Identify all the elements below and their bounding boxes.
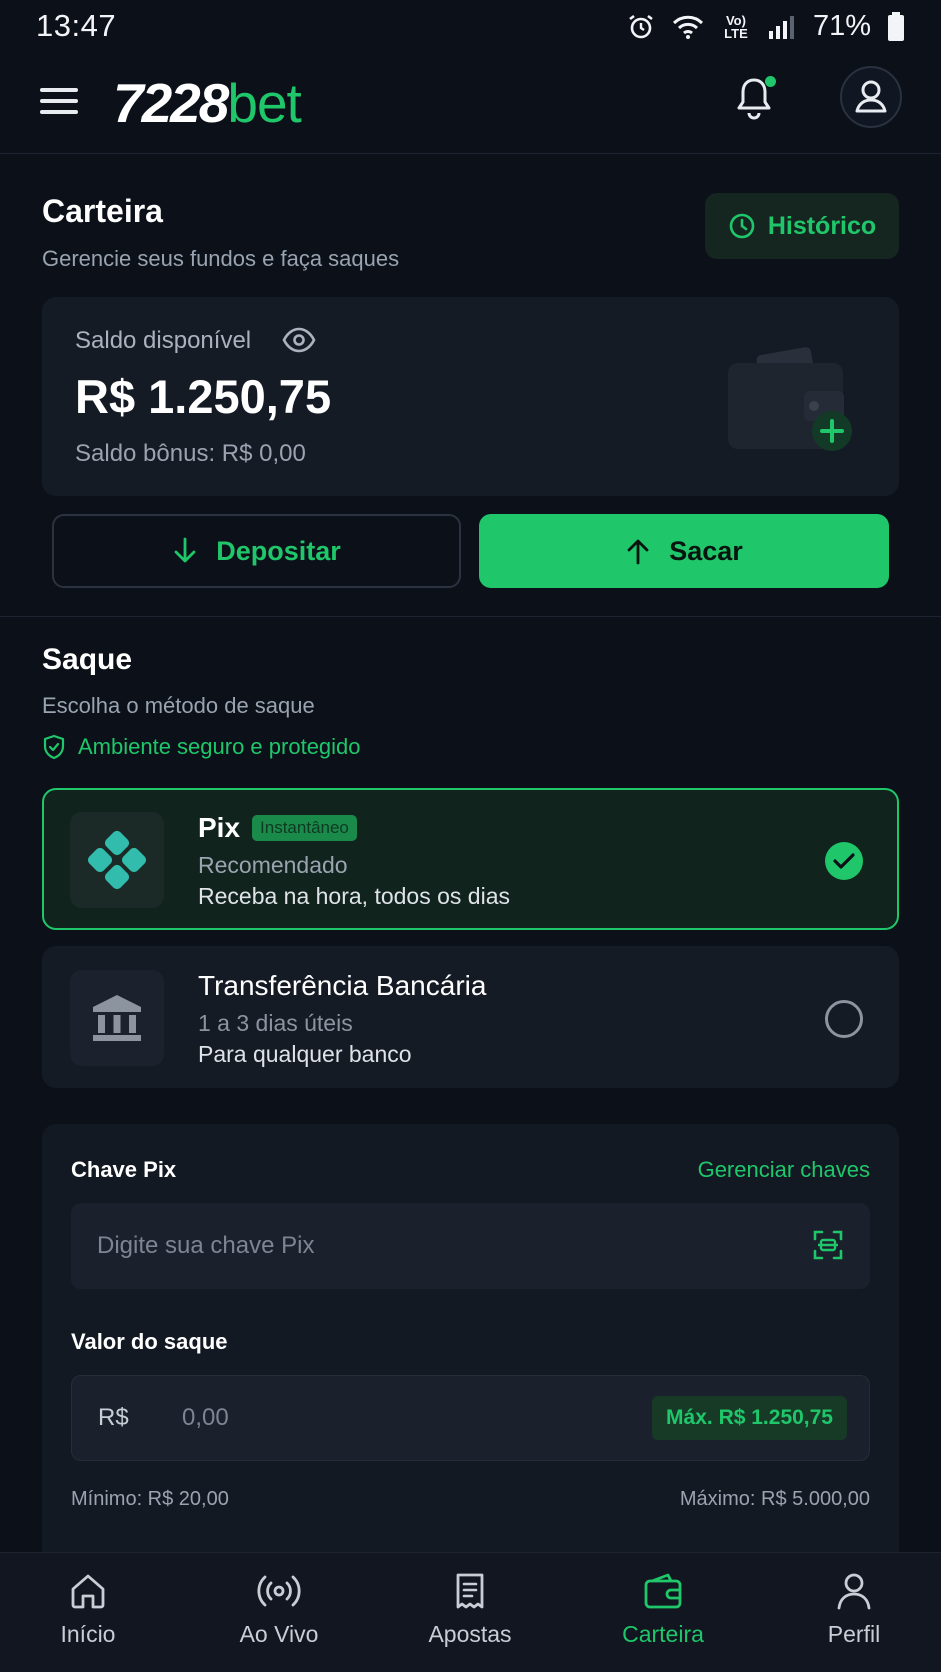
network-label: Vo) LTE	[724, 12, 748, 41]
withdraw-button[interactable]: Sacar	[479, 514, 889, 588]
nav-item-home[interactable]: Início	[13, 1571, 163, 1648]
withdraw-form: Chave Pix Gerenciar chaves Valor do saqu…	[42, 1124, 899, 1564]
menu-icon[interactable]	[40, 84, 78, 118]
eye-icon[interactable]	[282, 327, 316, 353]
arrow-up-icon	[627, 539, 649, 565]
method-description: Receba na hora, todos os dias	[198, 883, 510, 909]
qr-scan-icon[interactable]	[812, 1229, 844, 1261]
minimum-amount: Mínimo: R$ 20,00	[71, 1488, 229, 1510]
status-icons: Vo) LTE 71%	[627, 10, 905, 43]
wifi-icon	[672, 15, 704, 39]
method-name: Transferência Bancária	[198, 970, 487, 1001]
arrow-down-icon	[174, 537, 196, 563]
max-amount-button[interactable]: Máx. R$ 1.250,75	[652, 1396, 847, 1440]
bank-icon	[70, 970, 164, 1066]
page-subtitle: Gerencie seus fundos e faça saques	[42, 246, 400, 271]
live-icon	[257, 1575, 301, 1607]
radio-checked-icon[interactable]	[825, 842, 863, 880]
method-timeframe: 1 a 3 dias úteis	[198, 1010, 353, 1036]
section-title: Saque	[42, 643, 133, 676]
nav-item-wallet[interactable]: Carteira	[588, 1571, 738, 1648]
history-label: Histórico	[767, 211, 877, 240]
nav-item-profile[interactable]: Perfil	[779, 1571, 929, 1648]
manage-keys-link[interactable]: Gerenciar chaves	[698, 1157, 870, 1183]
status-bar: 13:47 Vo) LTE 71%	[0, 0, 941, 54]
logo[interactable]: 7228bet	[113, 68, 302, 138]
pix-icon	[70, 812, 164, 908]
wallet-icon	[644, 1573, 682, 1609]
method-description: Para qualquer banco	[198, 1041, 412, 1067]
section-subtitle: Escolha o método de saque	[42, 693, 315, 718]
profile-icon	[837, 1573, 871, 1610]
shield-check-icon	[43, 734, 65, 760]
balance-value: R$ 1.250,75	[75, 370, 332, 423]
battery-icon	[888, 11, 904, 41]
battery-percent: 71%	[812, 10, 871, 42]
amount-field: R$ Máx. R$ 1.250,75	[71, 1375, 870, 1461]
currency-symbol: R$	[98, 1404, 129, 1431]
home-icon	[71, 1574, 105, 1609]
status-time: 13:47	[36, 8, 117, 43]
secure-text: Ambiente seguro e protegido	[78, 734, 361, 759]
maximum-amount: Máximo: R$ 5.000,00	[679, 1488, 870, 1510]
bonus-balance: Saldo bônus: R$ 0,00	[75, 440, 306, 467]
pix-key-input[interactable]	[97, 1203, 777, 1289]
divider	[0, 616, 941, 617]
user-icon[interactable]	[840, 66, 902, 128]
deposit-button[interactable]: Depositar	[52, 514, 461, 588]
withdraw-label: Sacar	[669, 535, 743, 566]
signal-icon	[768, 15, 794, 39]
notification-dot	[765, 76, 776, 87]
secure-notice: Ambiente seguro e protegido	[42, 734, 361, 760]
bottom-nav: Início Ao Vivo Apostas Carteira Perfil	[0, 1552, 941, 1672]
app-header: 7228bet	[0, 60, 941, 154]
method-pix[interactable]: Pix Instantâneo Recomendado Receba na ho…	[42, 788, 899, 930]
wallet-illustration-icon	[728, 347, 852, 451]
amount-label: Valor do saque	[71, 1329, 228, 1354]
balance-card: Saldo disponível R$ 1.250,75 Saldo bônus…	[42, 297, 899, 496]
method-recommendation: Recomendado	[198, 852, 348, 878]
method-name: Pix Instantâneo	[198, 812, 357, 844]
method-bank-transfer[interactable]: Transferência Bancária 1 a 3 dias úteis …	[42, 946, 899, 1088]
pix-key-field	[71, 1203, 870, 1289]
page-title: Carteira	[42, 193, 163, 229]
balance-label: Saldo disponível	[75, 327, 252, 354]
radio-unchecked-icon[interactable]	[825, 1000, 863, 1038]
clock-icon	[729, 213, 755, 239]
alarm-icon	[629, 14, 653, 38]
nav-item-live[interactable]: Ao Vivo	[204, 1571, 354, 1648]
pix-key-label: Chave Pix	[71, 1157, 177, 1182]
history-button[interactable]: Histórico	[705, 193, 899, 259]
instant-badge: Instantâneo	[252, 815, 357, 841]
bets-icon	[456, 1573, 484, 1609]
nav-item-bets[interactable]: Apostas	[395, 1571, 545, 1648]
deposit-label: Depositar	[216, 535, 341, 566]
amount-input[interactable]	[182, 1376, 602, 1460]
